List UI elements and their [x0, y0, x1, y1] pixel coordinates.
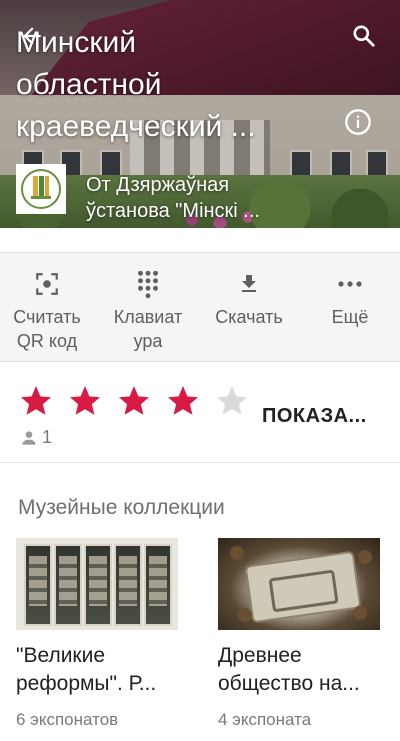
star-icon[interactable] — [67, 381, 116, 421]
scan-qr-label: QR код — [16, 331, 78, 351]
keypad-label: Клавиат — [113, 307, 183, 327]
arrow-back-icon — [23, 27, 41, 45]
organization-logo[interactable] — [16, 164, 66, 214]
collection-caption: Древнее общество на... — [218, 642, 386, 698]
action-bar: Считать QR код Клавиат ура Скачать Ещё — [0, 252, 400, 362]
owner-line: ўстанова "Мінскі ... — [86, 200, 260, 222]
back-button[interactable] — [12, 16, 52, 56]
artifact-model — [244, 550, 362, 624]
collection-thumbnail — [16, 538, 178, 630]
star-icon[interactable] — [116, 381, 165, 421]
person-icon — [22, 430, 36, 445]
show-reviews-button[interactable]: ПОКАЗА... — [262, 405, 386, 428]
page-title-line: краеведческий ... — [16, 110, 256, 143]
collection-thumbnail — [218, 538, 380, 630]
collection-caption-line: реформы". Р... — [16, 672, 157, 695]
page-title-line: областной — [16, 68, 162, 101]
search-icon — [353, 25, 375, 47]
info-button[interactable] — [338, 102, 378, 142]
more-icon — [338, 281, 362, 287]
display-case — [144, 544, 172, 626]
more-label: Ещё — [331, 307, 369, 327]
collections-title: Музейные коллекции — [18, 496, 225, 519]
download-button[interactable]: Скачать — [199, 253, 299, 363]
collection-exhibit-count: 4 экспоната — [218, 710, 312, 729]
rating-stars[interactable] — [18, 381, 263, 421]
info-icon — [345, 109, 371, 135]
download-icon — [242, 275, 256, 292]
keypad-button[interactable]: Клавиат ура — [98, 253, 198, 363]
museum-logo-icon — [21, 169, 61, 209]
rating-section: 1 ПОКАЗА... — [0, 363, 400, 463]
search-button[interactable] — [344, 16, 384, 56]
collection-card[interactable]: Древнее общество на... 4 экспоната — [218, 538, 386, 730]
scan-qr-label: Считать — [13, 307, 81, 327]
star-icon[interactable] — [214, 381, 263, 421]
page-title-line: Минский — [16, 26, 136, 59]
display-case — [54, 544, 82, 626]
page-title: Минский областной краеведческий ... — [16, 22, 336, 148]
star-icon[interactable] — [165, 381, 214, 421]
collection-caption: "Великие реформы". Р... — [16, 642, 184, 698]
display-case — [24, 544, 52, 626]
download-label: Скачать — [215, 307, 283, 327]
keypad-icon — [138, 270, 158, 299]
artifact-piece — [358, 550, 372, 564]
artifact-piece — [230, 546, 244, 560]
display-case — [84, 544, 112, 626]
qr-scan-icon — [36, 273, 58, 295]
scan-qr-button[interactable]: Считать QR код — [0, 253, 97, 363]
artifact-piece — [353, 606, 367, 620]
more-button[interactable]: Ещё — [300, 253, 400, 363]
display-case — [114, 544, 142, 626]
star-icon[interactable] — [18, 381, 67, 421]
collection-caption-line: общество на... — [218, 672, 360, 695]
rating-count-value: 1 — [42, 427, 53, 447]
collection-caption-line: "Великие — [16, 644, 106, 667]
artifact-piece — [238, 608, 252, 622]
keypad-label: ура — [133, 331, 163, 351]
owner-link[interactable]: От Дзяржаўная ўстанова "Мінскі ... — [86, 172, 326, 224]
collection-exhibit-count: 6 экспонатов — [16, 710, 119, 729]
rating-count: 1 — [18, 427, 52, 448]
collection-caption-line: Древнее — [218, 644, 302, 667]
owner-line: От Дзяржаўная — [86, 174, 230, 196]
collection-card[interactable]: "Великие реформы". Р... 6 экспонатов — [16, 538, 184, 730]
header-hero: Минский областной краеведческий ... От Д… — [0, 0, 400, 228]
